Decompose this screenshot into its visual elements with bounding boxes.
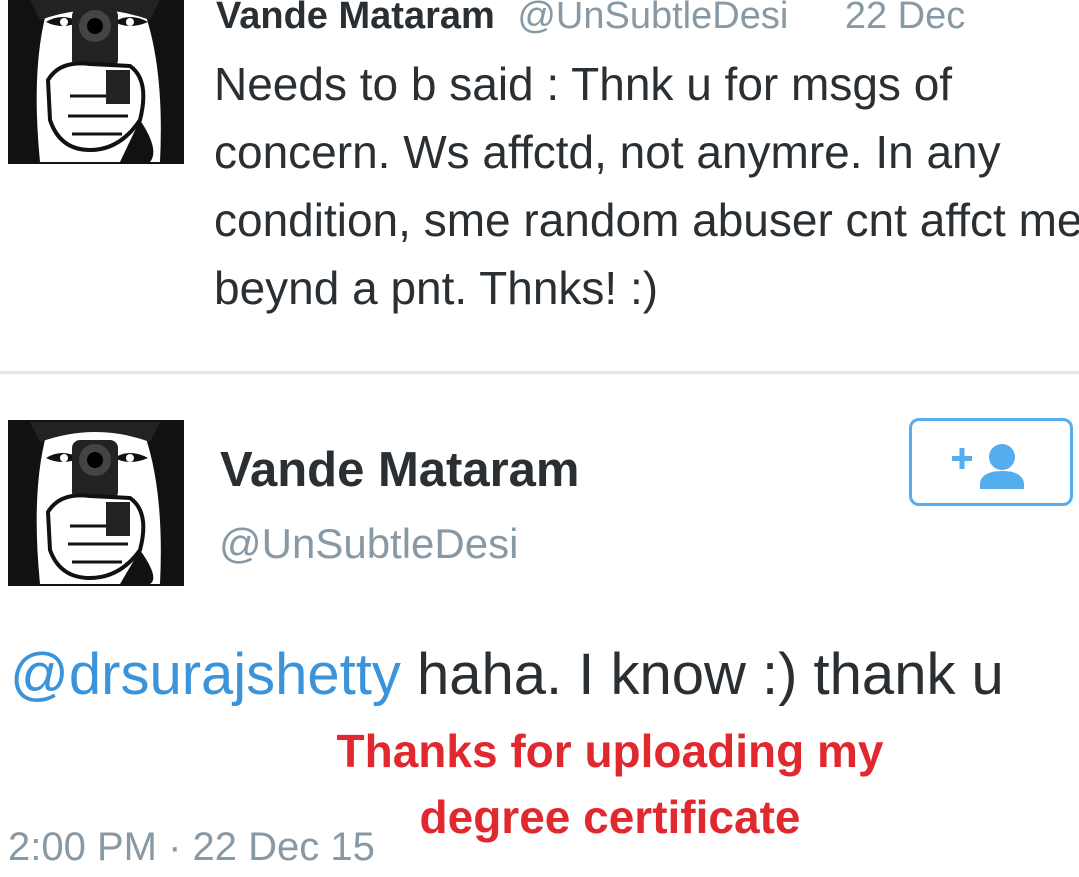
tweet1-time[interactable]: 22 Dec (845, 0, 965, 37)
tweet2-avatar[interactable] (8, 420, 184, 586)
tweet1-text: Needs to b said : Thnk u for msgs of con… (214, 58, 1079, 314)
add-user-icon (952, 444, 1024, 489)
tweet-divider (0, 371, 1079, 374)
tweet2-text: @drsurajshetty haha. I know :) thank u (10, 636, 1070, 714)
tweet1-header: Vande Mataram @UnSubtleDesi 22 Dec (216, 0, 965, 46)
follow-button[interactable] (909, 418, 1073, 506)
overlay-caption: Thanks for uploading my degree certifica… (336, 725, 884, 843)
tweet1-handle[interactable]: @UnSubtleDesi (517, 0, 788, 37)
avatar-illustration (10, 0, 182, 162)
tweet1-display-name[interactable]: Vande Mataram (216, 0, 495, 37)
tweet2-display-name[interactable]: Vande Mataram (220, 440, 580, 500)
tweet1-avatar[interactable] (8, 0, 184, 164)
mention-link[interactable]: @drsurajshetty (10, 642, 401, 707)
tweet2-body: haha. I know :) thank u (400, 642, 1004, 707)
avatar-illustration (10, 422, 182, 584)
tweet2-handle[interactable]: @UnSubtleDesi (219, 516, 518, 572)
